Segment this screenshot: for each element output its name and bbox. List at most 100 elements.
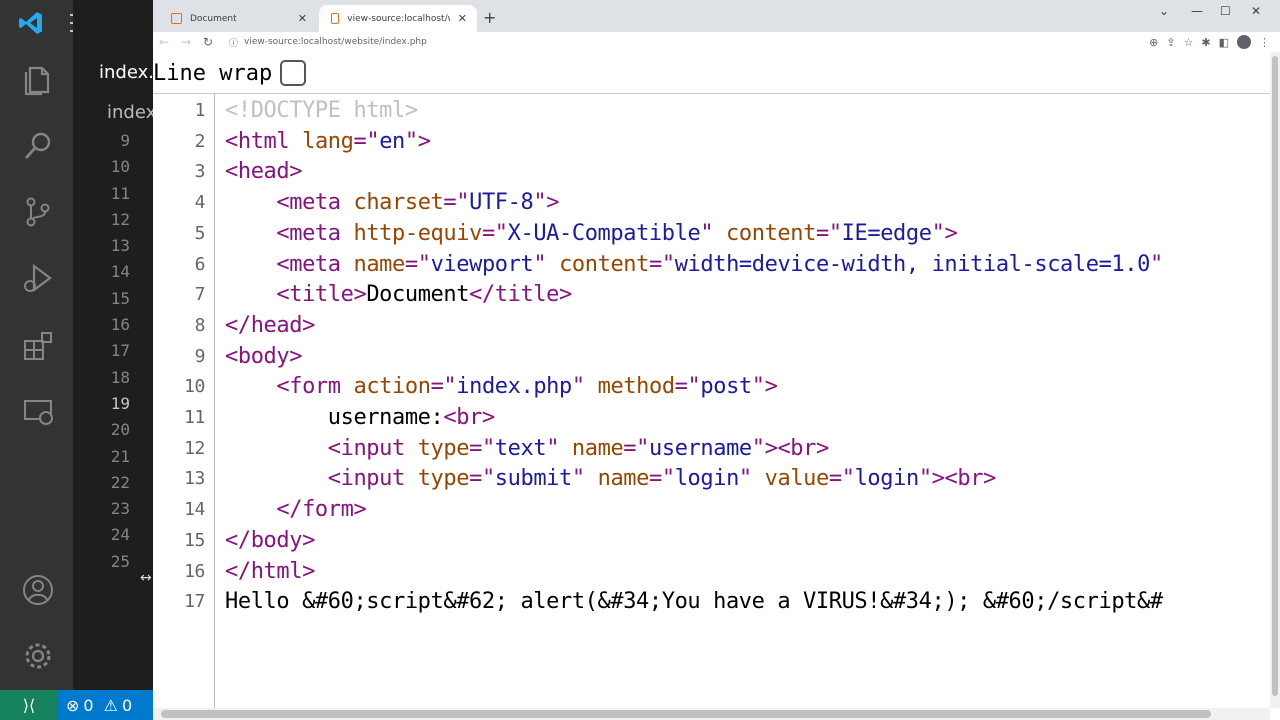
address-url: view-source:localhost/website/index.php [244,37,427,47]
tab-search-chevron-icon[interactable]: ⌄ [1159,4,1169,18]
source-control-icon[interactable] [18,192,58,232]
vertical-scroll-thumb[interactable] [1272,56,1278,696]
close-tab-icon[interactable]: ✕ [458,12,477,25]
source-line-code: <!DOCTYPE html> [225,98,418,123]
source-line-code: <meta name="viewport" content="width=dev… [276,251,1163,277]
settings-gear-icon[interactable] [18,636,58,676]
source-line-number: 16 [184,560,205,582]
forward-arrow-icon[interactable]: → [175,35,197,49]
side-panel-icon[interactable]: ◧ [1219,36,1229,49]
toolbar-right-icons: ⊕ ⇪ ☆ ✱ ◧ ⋮ [1149,32,1280,52]
browser-tab-title: Document [190,13,237,24]
source-line-number: 17 [184,591,205,613]
editor-line-number: 10 [110,157,130,177]
source-line-number: 6 [194,253,206,275]
share-icon[interactable]: ⇪ [1166,36,1175,49]
warning-count: 0 [121,695,133,715]
vscode-logo-icon [19,12,42,34]
error-count: 0 [83,695,94,715]
editor-line-number: 14 [110,262,130,282]
source-line-number: 3 [194,161,206,183]
maximize-icon[interactable]: ☐ [1220,4,1231,18]
line-wrap-control: Line wrap [153,58,307,88]
bookmark-star-icon[interactable]: ☆ [1184,36,1194,49]
source-line-code: </body> [225,527,315,553]
error-icon: ⊗ [66,695,80,715]
profile-avatar[interactable] [1237,35,1251,49]
source-line-number: 4 [194,192,206,214]
source-line-code: <meta http-equiv="X-UA-Compatible" conte… [276,220,958,246]
breadcrumb[interactable]: index.php [73,98,153,126]
source-view: 1 <!DOCTYPE html> 2 <html lang="en"> 3 <head>… [153,93,1270,708]
activity-bar [0,0,73,690]
resize-cursor-icon: ↔ [140,570,152,586]
remote-indicator-button[interactable]: ⟩⟨ [0,690,58,720]
source-line-code: <body> [225,343,303,369]
browser-window: Document ✕ view-source:localhost/website… [153,0,1280,720]
editor-line-number: 13 [110,236,130,256]
source-line-number: 9 [194,345,206,367]
editor-line-number: 17 [110,341,130,361]
address-bar[interactable]: ⓘ view-source:localhost/website/index.ph… [219,36,427,49]
reload-icon[interactable]: ↻ [197,35,219,49]
source-line-code: </html> [225,558,315,584]
explorer-icon[interactable] [18,60,58,100]
site-info-icon[interactable]: ⓘ [229,36,238,49]
source-line-number: 12 [184,437,205,459]
editor-line-number: 18 [110,367,130,387]
editor-line-number: 9 [120,131,130,150]
close-window-icon[interactable]: ✕ [1251,4,1261,18]
horizontal-scroll-thumb[interactable] [161,710,1211,718]
browser-tab-document[interactable]: Document ✕ [159,5,317,32]
vertical-scrollbar[interactable] [1270,52,1280,708]
source-line-code: Hello &#60;script&#62; alert(&#34;You ha… [225,589,1163,615]
browser-tab-title: view-source:localhost/website/in [347,13,449,24]
editor-line-number: 15 [110,288,130,308]
editor-line-number: 19 [110,393,130,413]
editor-line-number: 20 [110,420,130,440]
source-line-code: <input type="submit" name="login" value=… [327,466,997,492]
source-line-code: <form action="index.php" method="post"> [276,374,778,400]
source-line-code: <title>Document</title> [276,282,572,308]
source-line-code: <head> [225,159,303,185]
html-favicon-icon [171,13,182,24]
source-line-number: 11 [184,407,205,428]
remote-explorer-icon[interactable] [18,392,58,432]
editor-line-numbers: 9 10 11 12 13 14 15 16 17 18 19 20 21 22 23 24 25 [73,128,153,575]
editor-tab-index-php[interactable]: index.php [73,48,153,96]
horizontal-scrollbar[interactable] [153,708,1270,720]
editor-line-number: 24 [110,525,130,545]
back-arrow-icon[interactable]: ← [153,35,175,49]
source-line-code: </form> [276,497,367,523]
extensions-puzzle-icon[interactable]: ✱ [1201,36,1210,49]
source-line-number: 10 [184,376,205,398]
browser-tab-view-source[interactable]: view-source:localhost/website/in ✕ [319,5,477,32]
minimize-icon[interactable]: — [1191,4,1203,18]
screen: index.php index.php 9 10 11 12 13 14 15 16 17 18 1… [0,0,1280,720]
editor-line-number: 21 [110,446,130,466]
problems-indicator[interactable]: ⊗ 0 ⚠ 0 [58,696,132,715]
close-tab-icon[interactable]: ✕ [298,12,317,25]
line-wrap-checkbox[interactable] [280,60,307,86]
run-debug-icon[interactable] [18,258,58,298]
more-menu-icon[interactable]: ⋮ [1259,36,1270,49]
account-icon[interactable] [18,570,58,610]
source-line-number: 8 [194,314,206,336]
source-line-code: username:<br> [225,405,495,430]
warning-icon: ⚠ [103,695,118,715]
editor-line-number: 23 [110,499,130,519]
source-line-number: 5 [194,222,206,244]
source-line-code: <meta charset="UTF-8"> [276,190,560,216]
zoom-icon[interactable]: ⊕ [1149,36,1158,49]
source-line-number: 13 [184,468,205,490]
search-icon[interactable] [18,126,58,166]
source-line-number: 14 [184,499,205,521]
new-tab-icon[interactable]: + [483,8,496,27]
browser-toolbar: ← → ↻ ⓘ view-source:localhost/website/in… [153,32,1280,52]
source-line-code: <input type="text" name="username"><br> [327,435,829,461]
extensions-icon[interactable] [18,326,58,366]
source-line-code: </head> [225,312,315,338]
source-line-number: 15 [184,529,205,551]
editor-line-number: 22 [110,472,130,492]
source-line-code: <html lang="en"> [225,128,431,154]
